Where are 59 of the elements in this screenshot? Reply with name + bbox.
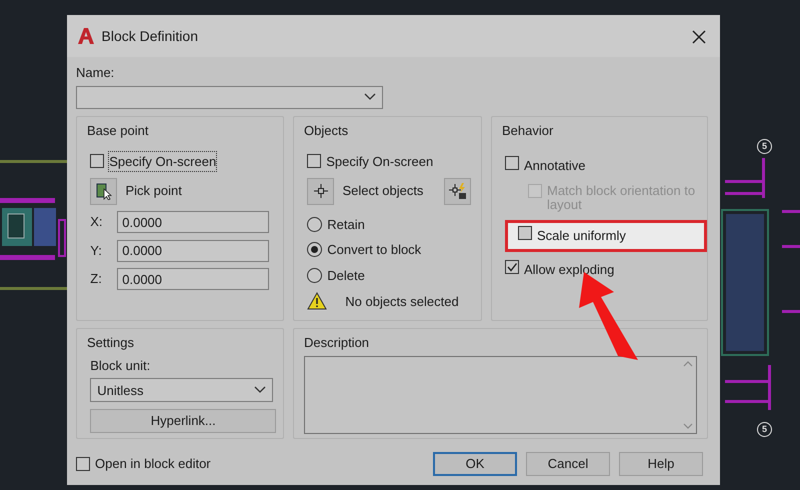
checkbox-label[interactable]: Open in block editor bbox=[95, 454, 211, 474]
chevron-down-icon bbox=[254, 386, 266, 394]
dialog-button[interactable]: Cancel bbox=[526, 452, 610, 476]
select-objects-label: Select objects bbox=[342, 182, 424, 200]
grid-bubble: 5 bbox=[757, 422, 772, 437]
group-title: Base point bbox=[87, 122, 148, 140]
warning-text: No objects selected bbox=[345, 292, 459, 311]
coord-label: X: bbox=[90, 213, 104, 232]
coord-field[interactable]: 0.0000 bbox=[117, 268, 270, 290]
name-combo[interactable] bbox=[76, 86, 383, 109]
radio-label[interactable]: Convert to block bbox=[327, 240, 422, 260]
name-label: Name: bbox=[76, 64, 116, 82]
group-title: Settings bbox=[87, 334, 134, 350]
coord-field[interactable]: 0.0000 bbox=[117, 240, 270, 262]
checkbox[interactable] bbox=[307, 154, 322, 168]
checkbox[interactable] bbox=[505, 156, 519, 170]
warning-icon bbox=[307, 292, 328, 310]
select-objects-button[interactable] bbox=[307, 178, 334, 204]
dialog-button[interactable]: Help bbox=[619, 452, 703, 476]
cursor-icon bbox=[94, 182, 113, 200]
chevron-down-icon bbox=[364, 93, 376, 102]
hyperlink-button[interactable]: Hyperlink... bbox=[90, 408, 276, 433]
dialog-button[interactable]: OK bbox=[433, 452, 517, 476]
crosshair-icon bbox=[312, 183, 329, 199]
block-unit-label: Block unit: bbox=[90, 356, 152, 374]
window-title: Block Definition bbox=[102, 26, 198, 46]
grid-bubble: 5 bbox=[757, 139, 772, 154]
radio-button[interactable] bbox=[307, 268, 322, 283]
pick-point-label: Pick point bbox=[126, 182, 182, 200]
pick-point-button[interactable] bbox=[90, 178, 118, 204]
checkbox-label[interactable]: Allow exploding bbox=[524, 260, 614, 280]
group-title: Behavior bbox=[502, 122, 554, 140]
group-title: Description bbox=[304, 334, 370, 350]
radio-button[interactable] bbox=[307, 242, 322, 258]
checkbox-label[interactable]: Annotative bbox=[524, 156, 586, 176]
scroll-up-icon bbox=[683, 360, 693, 366]
radio-label[interactable]: Retain bbox=[327, 214, 365, 234]
checkbox[interactable] bbox=[518, 226, 532, 240]
coord-label: Y: bbox=[90, 242, 103, 260]
checkbox-label[interactable]: Specify On-screen bbox=[109, 152, 216, 171]
description-field[interactable] bbox=[304, 356, 697, 434]
radio-label[interactable]: Delete bbox=[327, 266, 365, 285]
coord-label: Z: bbox=[90, 270, 103, 288]
group-title: Objects bbox=[304, 122, 348, 140]
checkbox-label[interactable]: Specify On-screen bbox=[326, 152, 434, 171]
quick-select-icon bbox=[448, 182, 466, 200]
checkbox[interactable] bbox=[90, 154, 104, 168]
close-icon bbox=[692, 30, 706, 44]
app-logo-icon bbox=[77, 27, 95, 45]
check-icon bbox=[506, 260, 518, 273]
scroll-down-icon bbox=[683, 422, 693, 428]
block-unit-select[interactable]: Unitless bbox=[90, 378, 273, 402]
select-value: Unitless bbox=[97, 382, 144, 400]
quick-select-button[interactable] bbox=[444, 178, 471, 204]
radio-button[interactable] bbox=[307, 216, 322, 232]
checkbox[interactable] bbox=[76, 456, 90, 471]
checkbox[interactable] bbox=[505, 260, 519, 274]
checkbox-label[interactable]: Scale uniformly bbox=[537, 226, 626, 246]
coord-field[interactable]: 0.0000 bbox=[117, 211, 270, 233]
